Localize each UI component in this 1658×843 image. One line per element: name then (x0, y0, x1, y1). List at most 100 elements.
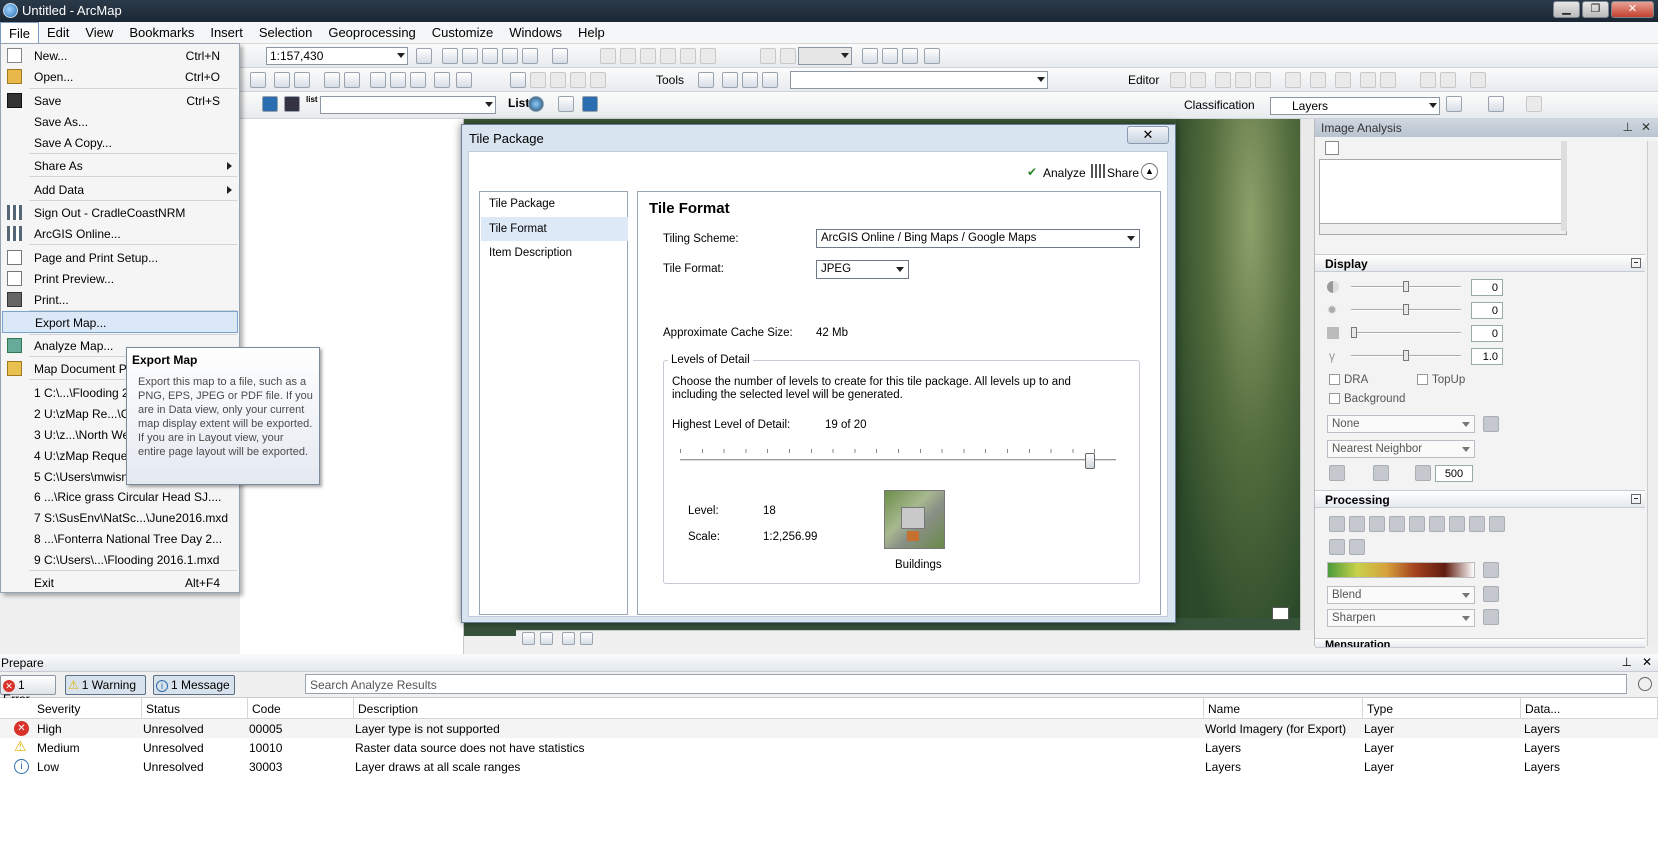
layer-list-vscroll[interactable] (1561, 141, 1567, 231)
menu-windows[interactable]: Windows (501, 22, 570, 43)
hyperlink-icon[interactable] (324, 72, 340, 88)
brightness-value[interactable]: 0 (1471, 302, 1503, 319)
split-tool-icon[interactable] (1310, 72, 1326, 88)
toolbar-combo[interactable] (320, 96, 496, 114)
menu-file[interactable]: File (0, 22, 39, 43)
menu-item-share-as[interactable]: Share As (2, 155, 238, 176)
stretch-select[interactable]: None (1327, 415, 1475, 433)
collapse-processing-icon[interactable]: – (1631, 494, 1641, 504)
menu-item-arcgis-online[interactable]: ArcGIS Online... (2, 223, 238, 244)
table-row[interactable]: ⚠ Medium Unresolved 10010 Raster data so… (0, 738, 1658, 757)
analyze-button[interactable]: Analyze (1043, 166, 1086, 180)
cut-polygons-icon[interactable] (1360, 72, 1376, 88)
brightness-slider[interactable] (1351, 304, 1461, 315)
menu-insert[interactable]: Insert (202, 22, 251, 43)
resampling-select[interactable]: Nearest Neighbor (1327, 440, 1475, 458)
reshape-icon[interactable] (590, 72, 606, 88)
histogram-icon[interactable] (1488, 96, 1504, 112)
layers-combo[interactable]: Layers (1270, 97, 1440, 115)
gamma-slider[interactable] (1351, 350, 1461, 361)
editor-menu[interactable]: Editor (1128, 73, 1159, 87)
contrast-slider-thumb[interactable] (1403, 281, 1409, 292)
topup-checkbox[interactable]: TopUp (1417, 374, 1465, 386)
gamma-slider-thumb[interactable] (1403, 350, 1409, 361)
transparency-value[interactable]: 0 (1471, 325, 1503, 342)
recent-file-7[interactable]: 7 S:\SusEnv\NatSc...\June2016.mxd (2, 507, 238, 528)
topology-icon[interactable] (1380, 72, 1396, 88)
data-view-icon[interactable] (522, 632, 535, 645)
background-checkbox[interactable]: Background (1329, 393, 1405, 405)
catalog-icon[interactable] (482, 48, 498, 64)
menu-item-save-as[interactable]: Save As... (2, 111, 238, 132)
col-severity[interactable]: Severity (0, 698, 142, 719)
toggle-draft-mode-icon[interactable] (862, 48, 878, 64)
html-popup-icon[interactable] (294, 72, 310, 88)
tile-format-select[interactable]: JPEG (816, 260, 909, 279)
arctoolbox-icon[interactable] (522, 48, 538, 64)
change-layout-icon[interactable] (902, 48, 918, 64)
function-fx-icon[interactable] (1329, 539, 1345, 555)
export-raster-icon[interactable] (1489, 516, 1505, 532)
dra-checkbox[interactable]: DRA (1329, 374, 1368, 386)
zoom-whole-page-icon[interactable] (660, 48, 676, 64)
list-button[interactable]: List (508, 96, 529, 110)
menu-item-export-map[interactable]: Export Map... (2, 311, 238, 333)
attributes-icon[interactable] (1420, 72, 1436, 88)
pan-layout-icon[interactable] (640, 48, 656, 64)
map-scale-combo[interactable]: 1:157,430 (266, 47, 408, 65)
processing-section-header[interactable]: Processing – (1315, 490, 1645, 508)
menu-item-save-a-copy[interactable]: Save A Copy... (2, 132, 238, 153)
tablet-icon[interactable] (284, 96, 300, 112)
tools-menu[interactable]: Tools (656, 73, 684, 87)
menu-item-new[interactable]: New... Ctrl+N (2, 45, 238, 66)
endpoint-arc-icon[interactable] (1235, 72, 1251, 88)
table-of-contents-icon[interactable] (462, 48, 478, 64)
zoom-in-fixed-icon[interactable] (600, 48, 616, 64)
go-to-xy-icon[interactable] (410, 72, 426, 88)
search-icon[interactable] (1638, 677, 1652, 691)
shaded-relief-icon[interactable] (1469, 516, 1485, 532)
lightbulb-icon[interactable] (698, 72, 714, 88)
swipe-icon[interactable] (1329, 465, 1345, 481)
nav-tile-format[interactable]: Tile Format (481, 217, 628, 241)
menu-item-save[interactable]: Save Ctrl+S (2, 90, 238, 111)
layer-list-options-icon[interactable] (1325, 141, 1339, 155)
pansharpen-icon[interactable] (1409, 516, 1425, 532)
measure-icon[interactable] (416, 48, 432, 64)
layout-zoom-combo[interactable] (798, 47, 852, 65)
refresh-icon[interactable] (562, 632, 575, 645)
editor-toolbar-icon[interactable] (442, 48, 458, 64)
mosaic-icon[interactable] (1389, 516, 1405, 532)
collapse-display-icon[interactable]: – (1631, 258, 1641, 268)
table-row[interactable]: ✕ High Unresolved 00005 Layer type is no… (0, 719, 1658, 738)
upload-arrow-icon[interactable] (762, 72, 778, 88)
pause-drawing-icon[interactable] (580, 632, 593, 645)
filter-select[interactable]: Sharpen (1327, 609, 1475, 627)
add-data-arrow-icon[interactable] (742, 72, 758, 88)
mask-icon[interactable] (1349, 516, 1365, 532)
col-description[interactable]: Description (354, 698, 1204, 719)
panel-vertical-scrollbar[interactable] (1647, 141, 1658, 646)
create-features-icon[interactable] (1470, 72, 1486, 88)
python-window-icon[interactable] (262, 96, 278, 112)
editor-tool-icon[interactable] (510, 72, 526, 88)
edit-sketch-icon[interactable] (1170, 72, 1186, 88)
col-code[interactable]: Code (248, 698, 354, 719)
messages-filter-button[interactable]: i1 Message (153, 675, 235, 695)
classification-menu[interactable]: Classification (1184, 98, 1255, 112)
minimize-button[interactable]: ▁ (1553, 1, 1580, 18)
find-route-icon[interactable] (390, 72, 406, 88)
blend-select[interactable]: Blend (1327, 586, 1475, 604)
search-window-icon[interactable] (502, 48, 518, 64)
dialog-close-button[interactable]: ✕ (1127, 126, 1169, 144)
menu-selection[interactable]: Selection (251, 22, 320, 43)
focus-data-frame-icon[interactable] (882, 48, 898, 64)
recent-file-8[interactable]: 8 ...\Fonterra National Tree Day 2... (2, 528, 238, 549)
search-analyze-results-input[interactable]: Search Analyze Results (305, 674, 1627, 694)
ndvi-icon[interactable] (1449, 516, 1465, 532)
menu-edit[interactable]: Edit (39, 22, 77, 43)
col-name[interactable]: Name (1204, 698, 1363, 719)
recent-file-6[interactable]: 6 ...\Rice grass Circular Head SJ.... (2, 486, 238, 507)
layout-view-icon[interactable] (540, 632, 553, 645)
select-elements-icon[interactable] (250, 72, 266, 88)
